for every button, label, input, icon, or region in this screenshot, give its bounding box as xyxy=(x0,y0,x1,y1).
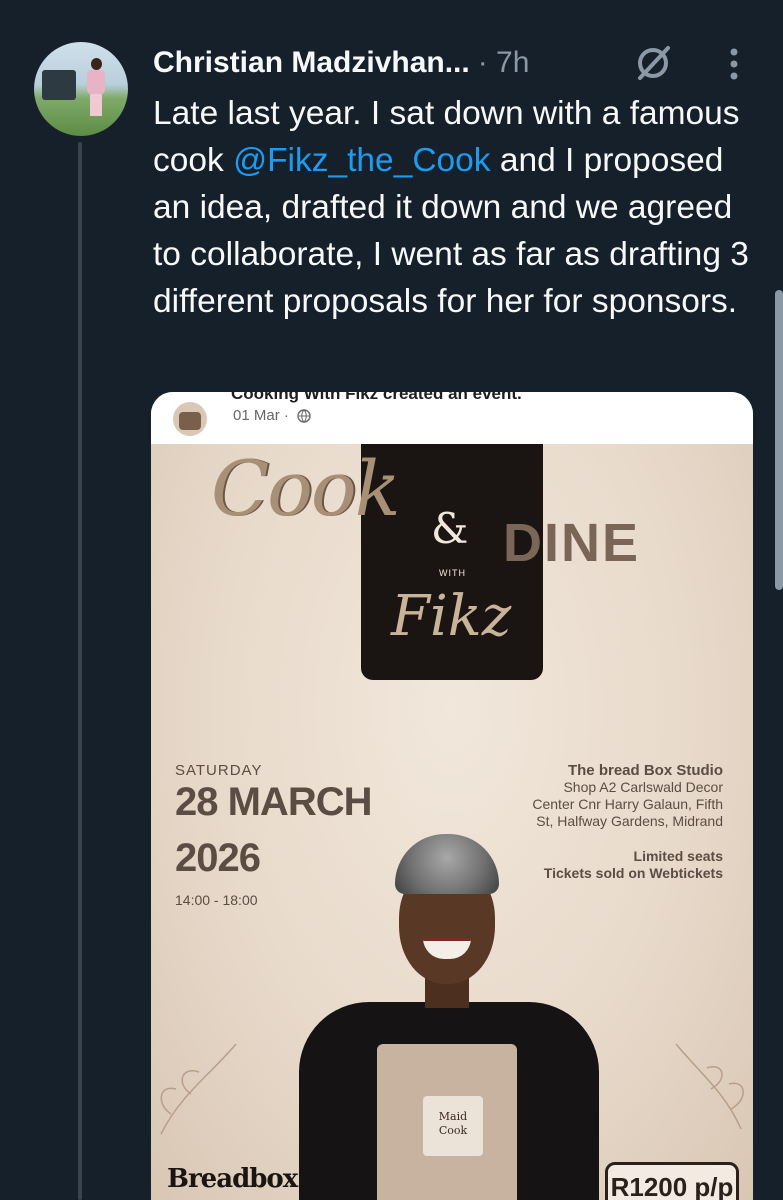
page-avatar xyxy=(173,402,207,436)
poster-date: 28 MARCH xyxy=(175,780,372,824)
poster-fikz: Fikz xyxy=(391,584,512,649)
breadbox-logo: Breadbox xyxy=(167,1164,298,1194)
poster-time: 14:00 - 18:00 xyxy=(175,892,258,908)
author-name[interactable]: Christian Madzivhan... xyxy=(153,46,470,80)
more-options-icon[interactable] xyxy=(722,44,746,84)
tweet-text: Late last year. I sat down with a famous… xyxy=(153,95,749,320)
poster-dine: DINE xyxy=(503,513,641,573)
tweet-header: Christian Madzivhan... · 7h xyxy=(153,40,529,86)
apron-logo: Maid Cook xyxy=(423,1096,483,1156)
poster-with: WITH xyxy=(439,568,466,578)
poster-venue: The bread Box Studio Shop A2 Carlswald D… xyxy=(532,762,723,829)
leaf-decoration-icon xyxy=(160,1043,237,1135)
chef-photo: Maid Cook xyxy=(299,834,599,1200)
event-creator-line: Cooking With Fikz created an event. xyxy=(231,392,522,403)
poster-year: 2026 xyxy=(175,836,261,880)
scrollbar[interactable] xyxy=(775,290,783,590)
post-date: 01 Mar · xyxy=(233,407,311,424)
event-poster: Cook Cook & WITH Fikz DINE SATURDAY 28 M… xyxy=(151,444,753,1200)
grok-icon[interactable] xyxy=(632,44,674,82)
author-avatar[interactable] xyxy=(34,42,128,136)
poster-ampersand: & xyxy=(431,504,469,553)
facebook-post-header: Cooking With Fikz created an event. 01 M… xyxy=(151,392,753,444)
globe-icon xyxy=(297,409,311,423)
tweet-time[interactable]: · 7h xyxy=(478,46,530,80)
poster-cook-text-overlay: Cook xyxy=(211,444,401,533)
media-card[interactable]: Cooking With Fikz created an event. 01 M… xyxy=(151,392,753,1200)
thread-line xyxy=(78,142,82,1200)
poster-day: SATURDAY xyxy=(175,762,263,779)
mention-link[interactable]: @Fikz_the_Cook xyxy=(233,142,490,179)
poster-price: R1200 p/p xyxy=(605,1162,739,1200)
leaf-decoration-icon xyxy=(675,1043,744,1130)
